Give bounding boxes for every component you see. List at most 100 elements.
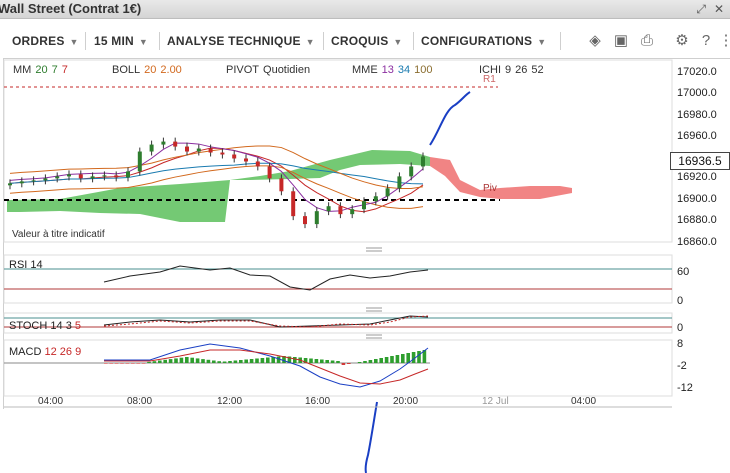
candle	[8, 183, 12, 186]
macd-bar	[390, 356, 394, 363]
legend-boll-label: BOLL	[112, 64, 141, 76]
macd-tick: -2	[677, 360, 687, 372]
legend-mme-v3: 100	[414, 64, 433, 76]
time-tick: 16:00	[305, 396, 331, 407]
candle	[350, 209, 355, 215]
rsi-param: 14	[30, 259, 43, 271]
candle	[196, 148, 201, 152]
stoch-name: STOCH	[9, 320, 48, 332]
candle	[55, 176, 60, 179]
stoch-param: 5	[74, 320, 81, 332]
price-tick: 17000.0	[677, 87, 717, 99]
macd-bar	[190, 357, 194, 363]
rsi-line	[103, 265, 429, 291]
ichimoku-cloud-bear	[430, 157, 572, 199]
candle	[137, 151, 142, 172]
macd-bar	[120, 363, 124, 364]
macd-bar	[233, 360, 238, 363]
macd-bar	[395, 355, 400, 363]
candle	[161, 141, 166, 145]
macd-tick: -12	[677, 382, 693, 394]
legend-mm[interactable]: MM 20 7 7	[13, 64, 68, 76]
macd-param: 26	[59, 346, 73, 358]
macd-bar	[244, 359, 248, 363]
stoch-tick: 0	[677, 322, 684, 334]
macd-bar	[206, 359, 211, 363]
macd-bar	[212, 360, 216, 363]
candle	[279, 178, 284, 192]
candle	[31, 180, 36, 182]
candle	[173, 141, 178, 147]
macd-param: 9	[75, 346, 82, 358]
macd-bar	[158, 360, 162, 363]
macd-bar	[185, 357, 189, 363]
candle	[43, 178, 48, 181]
candle	[314, 211, 319, 225]
macd-bar	[314, 359, 319, 363]
time-tick: 04:00	[571, 396, 597, 407]
rsi-label[interactable]: RSI 14	[9, 259, 43, 271]
macd-tick: 8	[677, 338, 684, 350]
macd-bar	[152, 361, 157, 363]
legend-mme[interactable]: MME 13 34 100	[352, 64, 433, 76]
macd-bar	[325, 360, 329, 363]
price-tick: 17020.0	[677, 66, 717, 78]
price-tick: 16900.0	[677, 193, 717, 205]
macd-bar	[168, 359, 173, 363]
candle	[409, 166, 414, 177]
legend-mm-v1: 20	[35, 64, 48, 76]
candle	[326, 206, 331, 212]
legend-ichi-v2: 26	[515, 64, 528, 76]
candle	[385, 188, 390, 197]
candle	[421, 156, 425, 167]
legend-boll-v2: 2.00	[160, 64, 182, 76]
legend-boll-v1: 20	[144, 64, 157, 76]
candle	[220, 152, 225, 155]
time-tick: 04:00	[38, 396, 64, 407]
legend-mme-v1: 13	[381, 64, 394, 76]
stoch-param: 14	[50, 320, 63, 332]
legend-mme-label: MME	[352, 64, 378, 76]
macd-bar	[330, 360, 335, 363]
macd-bar	[374, 359, 378, 363]
macd-label[interactable]: MACD 12 26 9	[9, 346, 81, 358]
macd-bar	[147, 361, 151, 363]
macd-bar	[347, 363, 351, 364]
candle	[149, 144, 154, 152]
candle	[185, 146, 189, 152]
indicative-note: Valeur à titre indicatif	[12, 229, 105, 240]
legend-pivot[interactable]: PIVOT Quotidien	[226, 64, 310, 76]
legend-ichi-v3: 52	[531, 64, 544, 76]
candle	[373, 196, 378, 202]
legend-mm-label: MM	[13, 64, 32, 76]
price-tick: 16860.0	[677, 236, 717, 248]
legend-boll[interactable]: BOLL 20 2.00	[112, 64, 182, 76]
time-tick: 12 Jul	[482, 396, 509, 407]
legend-ichi-v1: 9	[505, 64, 512, 76]
stoch-param: 3	[65, 320, 72, 332]
candle	[303, 216, 307, 225]
macd-bar	[141, 363, 146, 364]
macd-bar	[222, 361, 227, 363]
macd-bar	[228, 361, 232, 363]
legend-mm-v2: 7	[51, 64, 58, 76]
legend-mme-v2: 34	[397, 64, 411, 76]
macd-bar	[309, 358, 313, 363]
legend-mm-v3: 7	[61, 64, 68, 76]
stoch-label[interactable]: STOCH 14 3 5	[9, 320, 81, 332]
macd-bar	[179, 357, 184, 363]
macd-bar	[401, 354, 405, 363]
main-panel-frame	[3, 59, 673, 243]
legend-pivot-v1: Quotidien	[263, 64, 311, 76]
macd-bar	[363, 361, 367, 363]
candle	[67, 174, 71, 177]
macd-bar	[260, 358, 265, 363]
candle	[291, 191, 296, 217]
macd-bar	[255, 358, 259, 363]
macd-bar	[384, 357, 389, 363]
candle	[78, 174, 83, 179]
macd-param: 12	[44, 346, 57, 358]
macd-panel-frame	[3, 339, 673, 397]
macd-bar	[266, 357, 270, 363]
candle	[267, 166, 272, 179]
